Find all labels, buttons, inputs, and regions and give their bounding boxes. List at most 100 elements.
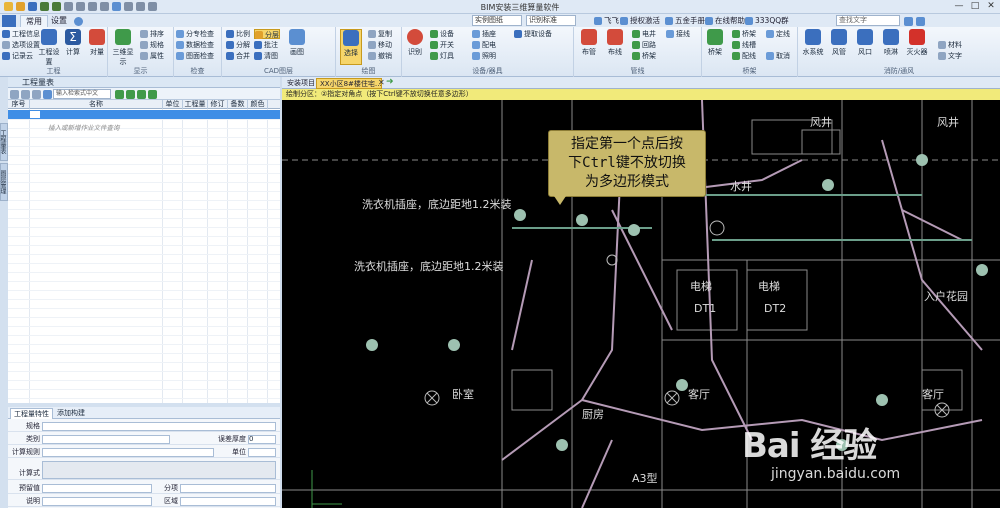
wall-thickness-field[interactable]: 0 bbox=[248, 435, 276, 444]
merge-button[interactable]: 合并 bbox=[226, 51, 250, 61]
level2-icon[interactable] bbox=[21, 90, 30, 99]
duct-button[interactable]: 风管 bbox=[828, 29, 850, 65]
col-revision[interactable]: 修订 bbox=[208, 100, 228, 109]
annotate-button[interactable]: 批注 bbox=[254, 40, 278, 50]
lighting-button[interactable]: 照明 bbox=[472, 51, 496, 61]
formula-field[interactable] bbox=[42, 461, 276, 479]
maximize-button[interactable]: □ bbox=[968, 1, 982, 12]
select-button[interactable]: 选择 bbox=[340, 29, 362, 65]
record-cloud-button[interactable]: 记录云 bbox=[2, 51, 33, 61]
info-icon[interactable] bbox=[74, 17, 83, 26]
redo-icon[interactable] bbox=[52, 2, 61, 11]
tray-small-button[interactable]: 桥架 bbox=[732, 29, 756, 39]
arrow-right-icon[interactable] bbox=[137, 90, 146, 99]
3d-view-button[interactable]: 三维显示 bbox=[112, 29, 134, 66]
lamp-button[interactable]: 灯具 bbox=[430, 51, 454, 61]
col-index[interactable]: 序号 bbox=[8, 100, 30, 109]
level1-icon[interactable] bbox=[10, 90, 19, 99]
online-help-link[interactable]: 在线帮助 bbox=[705, 15, 745, 27]
license-link[interactable]: 授权激活 bbox=[620, 15, 660, 27]
sort-button[interactable]: 排序 bbox=[140, 29, 164, 39]
find-text-input[interactable]: 查找文字 bbox=[836, 15, 900, 26]
find-icon[interactable] bbox=[904, 17, 913, 26]
calculate-button[interactable]: Σ 计算 bbox=[62, 29, 84, 65]
col-unit[interactable]: 单位 bbox=[163, 100, 183, 109]
copy-icon[interactable] bbox=[76, 2, 85, 11]
tab-quantity-properties[interactable]: 工程量特性 bbox=[10, 408, 53, 419]
tray-big-button[interactable]: 桥架 bbox=[704, 29, 726, 65]
move-button[interactable]: 移动 bbox=[368, 40, 392, 50]
calc-rule-field[interactable] bbox=[42, 448, 214, 457]
tab-install-project[interactable]: 安装项目 bbox=[284, 78, 318, 89]
tab-add-component[interactable]: 添加构建 bbox=[54, 408, 88, 419]
category-select[interactable] bbox=[42, 435, 170, 444]
extinguisher-button[interactable]: 灭火器 bbox=[906, 29, 928, 65]
new-icon[interactable] bbox=[4, 2, 13, 11]
back-icon[interactable] bbox=[124, 2, 133, 11]
socket-button[interactable]: 插座 bbox=[472, 29, 496, 39]
layer-button[interactable]: 分层 bbox=[254, 29, 280, 39]
draw-view-button[interactable]: 画图 bbox=[286, 29, 308, 65]
project-info-button[interactable]: 工程信息 bbox=[2, 29, 40, 39]
user-link[interactable]: 飞飞 bbox=[594, 15, 619, 27]
app-menu-button[interactable] bbox=[2, 15, 16, 27]
sprinkler-button[interactable]: 喷淋 bbox=[880, 29, 902, 65]
vtab-layer-manager[interactable]: 图层管理 bbox=[0, 163, 8, 201]
lay-wire-button[interactable]: 布线 bbox=[604, 29, 626, 65]
spec-field[interactable] bbox=[42, 422, 276, 431]
hardware-manual-link[interactable]: 五金手册 bbox=[665, 15, 705, 27]
copy-button[interactable]: 复制 bbox=[368, 29, 392, 39]
cut-icon[interactable] bbox=[64, 2, 73, 11]
unit-select[interactable] bbox=[248, 448, 276, 457]
save-icon[interactable] bbox=[28, 2, 37, 11]
extract-device-button[interactable]: 提取设备 bbox=[514, 29, 552, 39]
water-system-button[interactable]: 水系统 bbox=[802, 29, 824, 65]
search-icon[interactable] bbox=[43, 90, 52, 99]
col-count[interactable]: 备数 bbox=[228, 100, 248, 109]
arrow-up-icon[interactable] bbox=[148, 90, 157, 99]
help-icon[interactable] bbox=[112, 2, 121, 11]
drawing-select[interactable]: 实例图纸 bbox=[472, 15, 522, 26]
tab-common[interactable]: 常用 bbox=[20, 15, 48, 27]
add-tab-icon[interactable]: ➜ bbox=[386, 77, 394, 87]
tray-button[interactable]: 桥架 bbox=[632, 51, 656, 61]
col-quantity[interactable]: 工程量 bbox=[183, 100, 208, 109]
cancel-button[interactable]: 取消 bbox=[766, 51, 790, 61]
undo-button[interactable]: 撤销 bbox=[368, 51, 392, 61]
minimize-button[interactable]: — bbox=[952, 1, 966, 12]
scale-button[interactable]: 比例 bbox=[226, 29, 250, 39]
data-check-button[interactable]: 数据检查 bbox=[176, 40, 214, 50]
loop-button[interactable]: 回路 bbox=[632, 40, 656, 50]
customize-icon[interactable] bbox=[148, 2, 157, 11]
vent-button[interactable]: 风口 bbox=[854, 29, 876, 65]
paste-icon[interactable] bbox=[88, 2, 97, 11]
find-next-icon[interactable] bbox=[916, 17, 925, 26]
switch-button[interactable]: 开关 bbox=[430, 40, 454, 50]
split-check-button[interactable]: 分专检查 bbox=[176, 29, 214, 39]
selected-row[interactable] bbox=[8, 110, 280, 119]
attribute-button[interactable]: 属性 bbox=[140, 51, 164, 61]
device-button[interactable]: 设备 bbox=[430, 29, 454, 39]
tab-settings[interactable]: 设置 bbox=[46, 15, 72, 27]
clean-drawing-button[interactable]: 清图 bbox=[254, 51, 278, 61]
standard-select[interactable]: 识别标准 bbox=[526, 15, 576, 26]
col-color[interactable]: 颜色 bbox=[248, 100, 268, 109]
compare-button[interactable]: 对量 bbox=[86, 29, 108, 65]
distribution-button[interactable]: 配电 bbox=[472, 40, 496, 50]
forward-icon[interactable] bbox=[136, 2, 145, 11]
col-name[interactable]: 名称 bbox=[30, 100, 163, 109]
print-icon[interactable] bbox=[100, 2, 109, 11]
drawing-check-button[interactable]: 图面检查 bbox=[176, 51, 214, 61]
close-tab-icon[interactable]: ✕ bbox=[378, 78, 385, 87]
part-select[interactable] bbox=[180, 484, 276, 493]
project-settings-button[interactable]: 工程设置 bbox=[38, 29, 60, 66]
recognize-button[interactable]: 识别 bbox=[404, 29, 426, 65]
spec-button[interactable]: 规格 bbox=[140, 40, 164, 50]
panel-search-input[interactable]: 输入检索式中文 bbox=[53, 89, 111, 99]
zone-select[interactable] bbox=[180, 497, 276, 506]
open-icon[interactable] bbox=[16, 2, 25, 11]
shaft-button[interactable]: 电井 bbox=[632, 29, 656, 39]
qq-group-link[interactable]: 333QQ群 bbox=[745, 15, 789, 27]
connect-button[interactable]: 接线 bbox=[666, 29, 690, 39]
level3-icon[interactable] bbox=[32, 90, 41, 99]
